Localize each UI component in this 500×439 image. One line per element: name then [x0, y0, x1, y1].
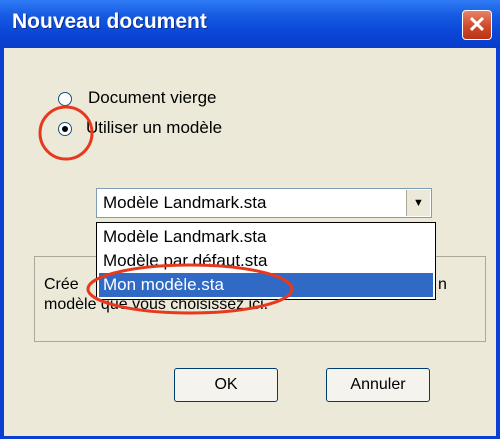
- annotation-ellipse-option: [86, 263, 294, 315]
- annotation-svg: [38, 105, 294, 315]
- annotation-circle-radio: [38, 105, 94, 161]
